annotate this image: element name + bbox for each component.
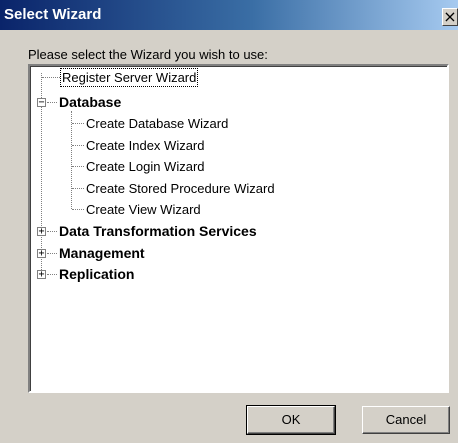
tree-item-create-stored-procedure-wizard[interactable]: Create Stored Procedure Wizard (86, 180, 275, 197)
tree-frame: Register Server Wizard − Database Create… (30, 66, 447, 391)
tree-item-management[interactable]: Management (59, 245, 145, 262)
dts-expand-icon[interactable]: + (37, 227, 46, 237)
tree-connector (47, 231, 57, 232)
tree-item-register-server-wizard[interactable]: Register Server Wizard (59, 68, 199, 87)
tree-connector (47, 274, 57, 275)
tree-item-create-login-wizard[interactable]: Create Login Wizard (86, 158, 205, 175)
wizard-tree[interactable]: Register Server Wizard − Database Create… (28, 64, 449, 393)
management-expand-icon[interactable]: + (37, 249, 46, 259)
tree-item-replication[interactable]: Replication (59, 266, 134, 283)
tree-item-database[interactable]: Database (59, 94, 121, 111)
tree-connector (72, 166, 84, 167)
ok-button[interactable]: OK (246, 405, 336, 435)
tree-item-create-view-wizard[interactable]: Create View Wizard (86, 201, 201, 218)
window-title: Select Wizard (4, 6, 102, 23)
tree-item-data-transformation-services[interactable]: Data Transformation Services (59, 223, 257, 240)
replication-expand-icon[interactable]: + (37, 270, 46, 280)
close-icon[interactable]: × (442, 8, 458, 26)
tree-connector (42, 77, 60, 78)
tree-connector (72, 145, 84, 146)
database-collapse-icon[interactable]: − (37, 98, 46, 108)
cancel-button[interactable]: Cancel (362, 406, 450, 434)
tree-connector (72, 123, 84, 124)
database-children-line (71, 111, 72, 209)
instruction-label: Please select the Wizard you wish to use… (28, 47, 268, 62)
tree-connector (47, 253, 57, 254)
tree-item-create-database-wizard[interactable]: Create Database Wizard (86, 115, 228, 132)
title-bar[interactable]: Select Wizard (0, 0, 458, 30)
select-wizard-dialog: Select Wizard × Please select the Wizard… (0, 0, 458, 443)
tree-connector (47, 102, 57, 103)
tree-connector (72, 188, 84, 189)
tree-connector (72, 209, 84, 210)
tree-item-create-index-wizard[interactable]: Create Index Wizard (86, 137, 205, 154)
